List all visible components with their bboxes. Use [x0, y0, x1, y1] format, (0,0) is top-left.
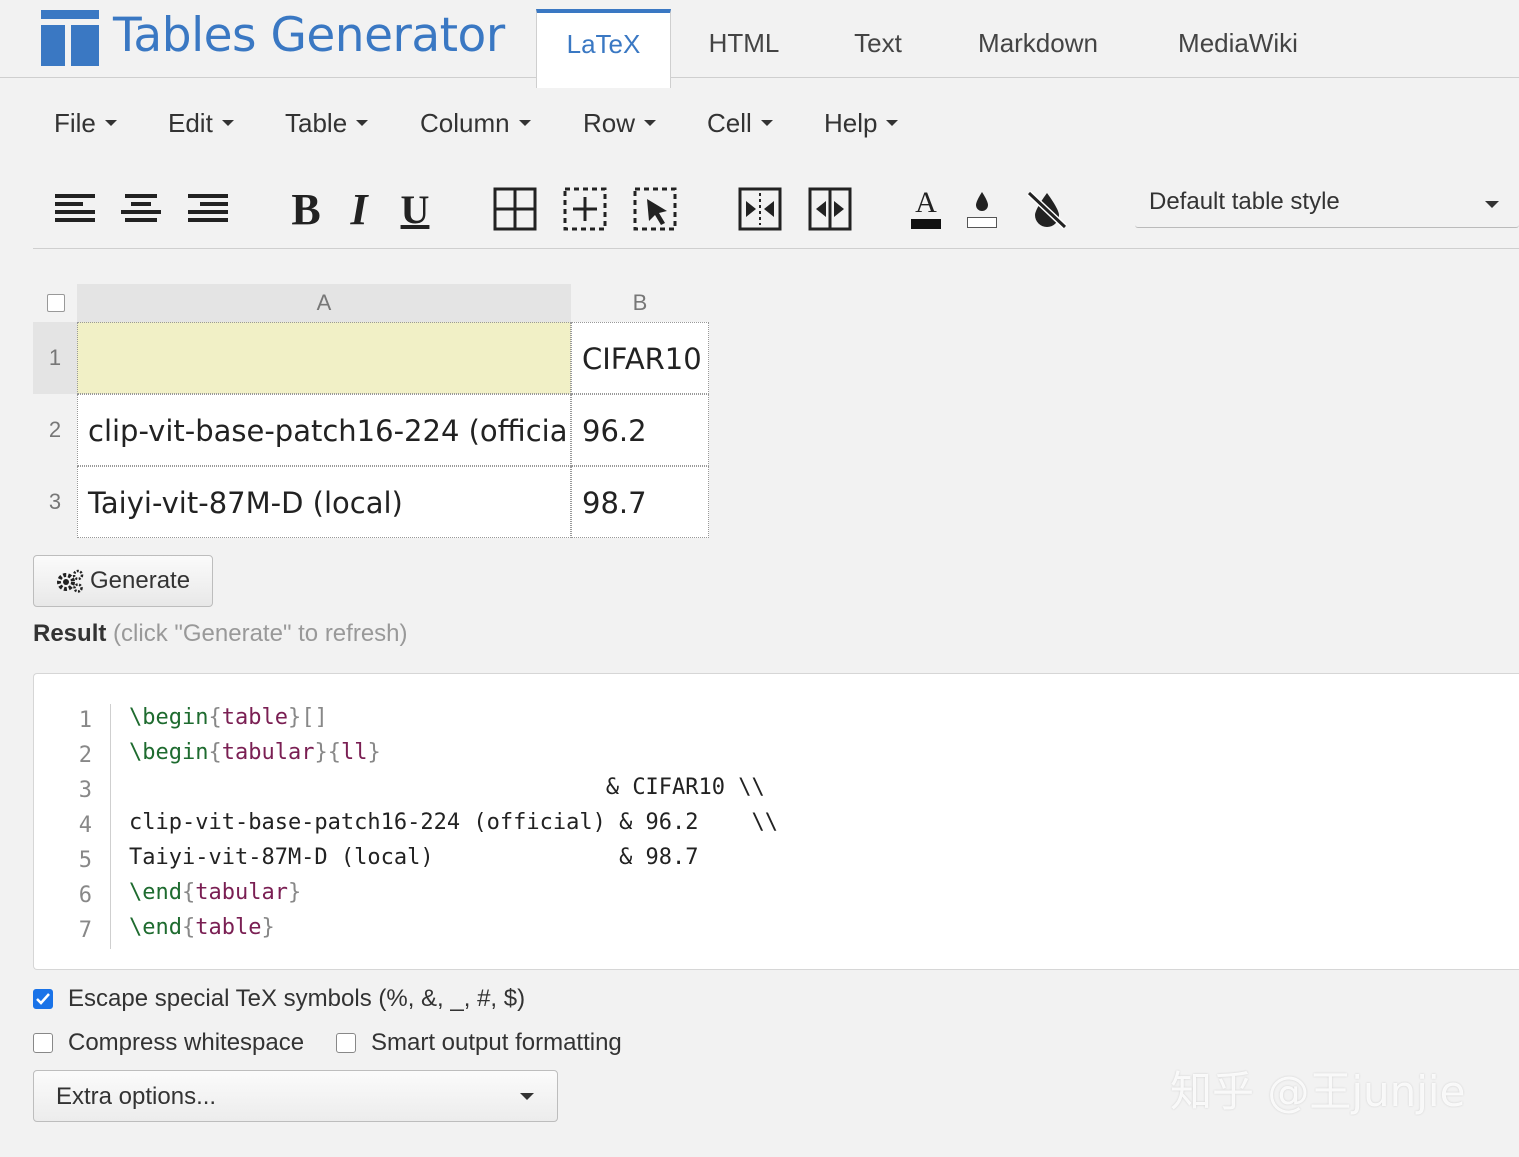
- cell-b2[interactable]: 96.2: [571, 394, 709, 466]
- compress-whitespace-checkbox[interactable]: [33, 1033, 53, 1053]
- row-header-2[interactable]: 2: [33, 394, 77, 466]
- menu-row[interactable]: Row: [583, 108, 657, 139]
- line-number: 7: [78, 918, 92, 943]
- dropdown-arrow-icon: [520, 1093, 534, 1100]
- cell-a2[interactable]: clip-vit-base-patch16-224 (official): [77, 394, 571, 466]
- row-header-3[interactable]: 3: [33, 466, 77, 538]
- header: Tables Generator LaTeX HTML Text Markdow…: [0, 0, 1519, 88]
- chevron-down-icon: [104, 120, 117, 127]
- logo-icon[interactable]: [41, 10, 99, 66]
- text-color-icon[interactable]: A: [909, 185, 943, 233]
- escape-tex-option[interactable]: Escape special TeX symbols (%, &, _, #, …: [33, 985, 525, 1013]
- menu-file[interactable]: File: [54, 108, 117, 139]
- tab-html[interactable]: HTML: [688, 0, 800, 78]
- cell-b3[interactable]: 98.7: [571, 466, 709, 538]
- compress-whitespace-option[interactable]: Compress whitespace: [33, 1029, 304, 1057]
- app-title[interactable]: Tables Generator: [113, 8, 505, 63]
- code-line: Taiyi-vit-87M-D (local) & 98.7: [129, 845, 699, 870]
- code-line: \begin{table}[]: [129, 705, 328, 730]
- merge-cells-icon[interactable]: [737, 185, 783, 233]
- tab-latex[interactable]: LaTeX: [536, 9, 671, 88]
- line-number: 5: [78, 848, 92, 873]
- code-line: & CIFAR10 \\: [129, 775, 765, 800]
- cell-a3[interactable]: Taiyi-vit-87M-D (local): [77, 466, 571, 538]
- tab-mediawiki[interactable]: MediaWiki: [1158, 0, 1318, 78]
- menu-column[interactable]: Column: [420, 108, 531, 139]
- align-center-icon[interactable]: [119, 185, 163, 233]
- select-borders-icon[interactable]: [632, 185, 678, 233]
- menu-edit[interactable]: Edit: [168, 108, 234, 139]
- menu-cell[interactable]: Cell: [707, 108, 773, 139]
- toolbar-divider: [33, 248, 1519, 249]
- smart-formatting-option[interactable]: Smart output formatting: [336, 1029, 622, 1057]
- all-borders-icon[interactable]: [492, 185, 538, 233]
- chevron-down-icon: [886, 120, 899, 127]
- line-number: 6: [78, 883, 92, 908]
- chevron-down-icon: [356, 120, 369, 127]
- dropdown-arrow-icon: [1485, 201, 1499, 208]
- gutter-divider: [110, 704, 111, 949]
- cell-a1[interactable]: [77, 322, 571, 394]
- cell-b1[interactable]: CIFAR10: [571, 322, 709, 394]
- italic-icon[interactable]: I: [343, 185, 375, 234]
- tab-text[interactable]: Text: [828, 0, 928, 78]
- line-number: 2: [78, 743, 92, 768]
- chevron-down-icon: [518, 120, 531, 127]
- row-header-1[interactable]: 1: [33, 322, 77, 394]
- line-number: 4: [78, 813, 92, 838]
- clear-format-icon[interactable]: [1024, 185, 1070, 233]
- gears-icon: [57, 569, 84, 593]
- fill-color-icon[interactable]: [964, 185, 1000, 233]
- chevron-down-icon: [221, 120, 234, 127]
- align-left-icon[interactable]: [53, 185, 97, 233]
- chevron-down-icon: [644, 120, 657, 127]
- watermark: 知乎 @王junjie: [1170, 1067, 1466, 1116]
- smart-formatting-checkbox[interactable]: [336, 1033, 356, 1053]
- table-style-select[interactable]: Default table style: [1135, 180, 1519, 228]
- column-header-a[interactable]: A: [77, 284, 571, 322]
- code-line: \end{tabular}: [129, 880, 302, 905]
- code-line: \begin{tabular}{ll}: [129, 740, 381, 765]
- code-line: \end{table}: [129, 915, 275, 940]
- tab-markdown[interactable]: Markdown: [958, 0, 1118, 78]
- generate-button[interactable]: Generate: [33, 555, 213, 607]
- escape-tex-checkbox[interactable]: [33, 989, 53, 1009]
- chevron-down-icon: [760, 120, 773, 127]
- split-cells-icon[interactable]: [807, 185, 853, 233]
- code-line: clip-vit-base-patch16-224 (official) & 9…: [129, 810, 779, 835]
- code-output[interactable]: 1 2 3 4 5 6 7 \begin{table}[] \begin{tab…: [33, 673, 1519, 970]
- result-heading: Result (click "Generate" to refresh): [33, 620, 408, 647]
- bold-icon[interactable]: B: [286, 185, 326, 234]
- underline-icon[interactable]: U: [395, 185, 435, 233]
- column-header-b[interactable]: B: [571, 284, 709, 322]
- select-all-checkbox[interactable]: [47, 294, 65, 312]
- menu-table[interactable]: Table: [285, 108, 369, 139]
- line-number: 1: [78, 708, 92, 733]
- extra-options-select[interactable]: Extra options...: [33, 1070, 558, 1122]
- dashed-borders-icon[interactable]: [562, 185, 608, 233]
- line-number: 3: [78, 778, 92, 803]
- menu-help[interactable]: Help: [824, 108, 899, 139]
- align-right-icon[interactable]: [186, 185, 230, 233]
